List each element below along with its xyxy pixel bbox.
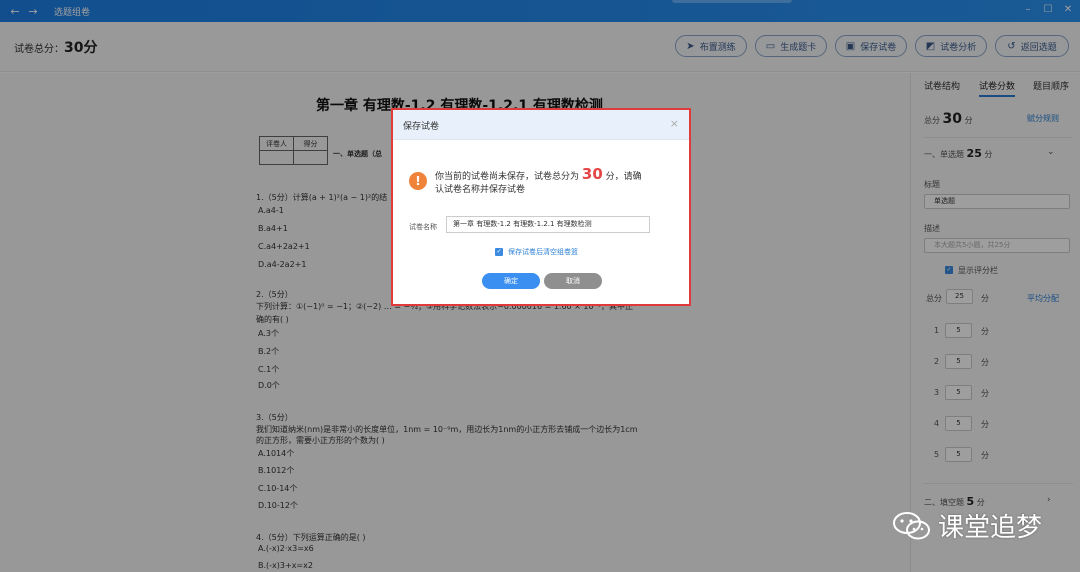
clear-basket-label[interactable]: 保存试卷后清空组卷篮 (508, 247, 578, 257)
cancel-button[interactable]: 取消 (544, 273, 602, 289)
message-line-2: 认试卷名称并保存试卷 (435, 185, 526, 195)
dialog-message: 你当前的试卷尚未保存，试卷总分为 30 分，请确 认试卷名称并保存试卷 (435, 165, 642, 197)
dialog-title: 保存试卷 (403, 122, 440, 132)
message-suffix: 分，请确 (605, 172, 642, 182)
save-paper-dialog: 保存试卷 × ! 你当前的试卷尚未保存，试卷总分为 30 分，请确 认试卷名称并… (391, 108, 691, 306)
watermark-text: 课堂追梦 (938, 513, 1043, 543)
close-icon[interactable]: × (670, 117, 679, 130)
confirm-button[interactable]: 确定 (482, 273, 540, 289)
dialog-header: 保存试卷 × (393, 110, 689, 140)
paper-name-input[interactable]: 第一章 有理数-1.2 有理数-1.2.1 有理数检测 (446, 216, 650, 233)
message-prefix: 你当前的试卷尚未保存，试卷总分为 (435, 172, 580, 182)
wechat-logo-icon (892, 510, 932, 542)
watermark: 课堂追梦 (892, 507, 1042, 544)
paper-name-label: 试卷名称 (409, 223, 437, 231)
warning-icon: ! (409, 172, 427, 190)
message-score: 30 (581, 165, 603, 183)
clear-basket-checkbox[interactable]: ✓ (495, 248, 503, 256)
